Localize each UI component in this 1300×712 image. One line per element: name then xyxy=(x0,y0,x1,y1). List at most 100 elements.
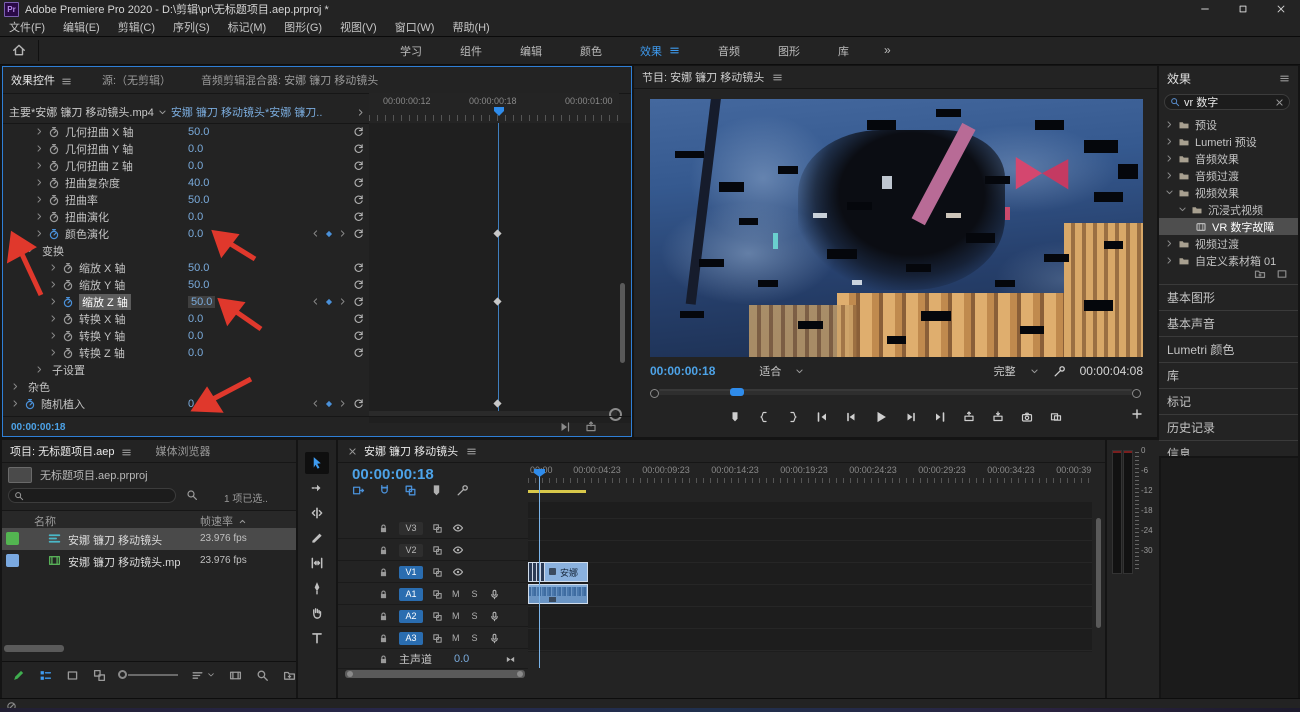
effects-search-input[interactable]: vr 数字 xyxy=(1164,94,1290,110)
lock-icon[interactable] xyxy=(378,654,389,665)
param-value[interactable]: 50.0 xyxy=(188,262,209,274)
menu-item[interactable]: 窗口(W) xyxy=(386,19,444,35)
chevron-right-icon[interactable] xyxy=(35,195,44,204)
pen-tool[interactable] xyxy=(305,577,329,599)
sync-lock-icon[interactable] xyxy=(432,589,443,600)
workspace-tab-组件[interactable]: 组件 xyxy=(460,43,482,59)
video-clip[interactable]: 安娜 xyxy=(528,562,588,582)
nav-left-icon[interactable] xyxy=(311,399,320,408)
menu-item[interactable]: 文件(F) xyxy=(0,19,54,35)
project-item-row[interactable]: 安娜 镰刀 移动镜头23.976 fps xyxy=(2,528,296,550)
effects-tree-item[interactable]: 视频效果 xyxy=(1159,184,1298,201)
keyframe-dot-icon[interactable] xyxy=(324,229,334,239)
export-icon[interactable] xyxy=(585,421,597,433)
group-label[interactable]: 变换 xyxy=(42,243,64,259)
chevron-right-icon[interactable] xyxy=(11,399,20,408)
track-name-A1[interactable]: A1 xyxy=(399,588,423,601)
mic-icon[interactable] xyxy=(489,633,500,644)
track-name-V1[interactable]: V1 xyxy=(399,566,423,579)
reset-icon[interactable] xyxy=(353,211,364,222)
keyframe-dot-icon[interactable] xyxy=(324,399,334,409)
chevron-right-icon[interactable] xyxy=(35,178,44,187)
project-search-input[interactable] xyxy=(8,488,176,503)
chevron-right-icon[interactable] xyxy=(1165,137,1174,146)
master-gain-value[interactable]: 0.0 xyxy=(454,653,469,665)
ec-playhead[interactable] xyxy=(494,107,504,116)
param-value[interactable]: 0 xyxy=(188,398,194,410)
panel-tab[interactable]: 媒体浏览器 xyxy=(156,443,211,459)
chevron-right-icon[interactable] xyxy=(35,144,44,153)
sequence-tab[interactable]: 安娜 镰刀 移动镜头 xyxy=(364,443,458,459)
param-value[interactable]: 50.0 xyxy=(188,194,209,206)
button-editor-plus[interactable] xyxy=(1131,408,1143,420)
stopwatch-icon[interactable] xyxy=(48,143,60,155)
add-marker-icon[interactable] xyxy=(430,484,443,497)
workspace-tab-颜色[interactable]: 颜色 xyxy=(580,43,602,59)
stopwatch-icon[interactable] xyxy=(48,194,60,206)
playhead-head[interactable] xyxy=(533,468,546,478)
nest-icon[interactable] xyxy=(352,484,365,497)
workspace-tab-图形[interactable]: 图形 xyxy=(778,43,800,59)
writable-icon[interactable] xyxy=(12,669,25,682)
freeform-view-icon[interactable] xyxy=(93,669,106,682)
effects-tree-item[interactable]: VR 数字故障 xyxy=(1159,218,1298,235)
keyframe-lane[interactable] xyxy=(369,123,631,423)
workspace-overflow-button[interactable]: » xyxy=(884,43,891,57)
eye-icon[interactable] xyxy=(452,566,464,578)
param-value[interactable]: 50.0 xyxy=(188,126,209,138)
vertical-scrollbar[interactable] xyxy=(620,283,625,363)
lock-icon[interactable] xyxy=(378,567,389,578)
reset-icon[interactable] xyxy=(353,143,364,154)
workspace-tab-音频[interactable]: 音频 xyxy=(718,43,740,59)
play-icon[interactable] xyxy=(874,410,888,424)
stopwatch-icon[interactable] xyxy=(62,330,74,342)
effects-tree-item[interactable]: 视频过渡 xyxy=(1159,235,1298,252)
find-icon[interactable] xyxy=(186,489,198,501)
selection-tool[interactable] xyxy=(305,452,329,474)
find-icon[interactable] xyxy=(256,669,269,682)
lock-icon[interactable] xyxy=(378,633,389,644)
track-name-A3[interactable]: A3 xyxy=(399,632,423,645)
razor-tool[interactable] xyxy=(305,527,329,549)
panel-tab[interactable]: 效果控件 xyxy=(11,72,72,88)
scrubber-right-end[interactable] xyxy=(1132,389,1141,398)
param-value[interactable]: 40.0 xyxy=(188,177,209,189)
chevron-right-icon[interactable] xyxy=(1165,239,1174,248)
chevron-right-icon[interactable] xyxy=(35,229,44,238)
panel-stack-header[interactable]: Lumetri 颜色 xyxy=(1159,336,1298,362)
chevron-right-icon[interactable] xyxy=(49,348,58,357)
workspace-tab-库[interactable]: 库 xyxy=(838,43,849,59)
mic-icon[interactable] xyxy=(489,589,500,600)
vertical-scrollbar[interactable] xyxy=(1096,518,1101,628)
scrubber-left-end[interactable] xyxy=(650,389,659,398)
reset-icon[interactable] xyxy=(353,279,364,290)
stopwatch-icon[interactable] xyxy=(62,262,74,274)
mute-button[interactable]: M xyxy=(452,589,460,599)
param-value[interactable]: 0.0 xyxy=(188,211,203,223)
panel-stack-header[interactable]: 库 xyxy=(1159,362,1298,388)
menu-item[interactable]: 图形(G) xyxy=(275,19,331,35)
group-label[interactable]: 子设置 xyxy=(52,362,85,378)
keyframe-diamond[interactable] xyxy=(493,399,502,408)
bowtie-icon[interactable] xyxy=(505,654,516,665)
automate-to-sequence-icon[interactable] xyxy=(229,669,242,682)
group-label[interactable]: 杂色 xyxy=(28,379,50,395)
panel-stack-header[interactable]: 基本图形 xyxy=(1159,284,1298,310)
track-name-V3[interactable]: V3 xyxy=(399,522,423,535)
chevron-right-icon[interactable] xyxy=(49,263,58,272)
eye-icon[interactable] xyxy=(452,522,464,534)
column-header-name[interactable]: 名称 xyxy=(34,513,56,529)
panel-stack-header[interactable]: 信息 xyxy=(1159,440,1298,456)
chevron-right-icon[interactable] xyxy=(49,314,58,323)
reset-icon[interactable] xyxy=(353,296,364,307)
panel-stack-header[interactable]: 标记 xyxy=(1159,388,1298,414)
param-value[interactable]: 0.0 xyxy=(188,228,203,240)
chevron-right-icon[interactable] xyxy=(11,382,20,391)
keyframe-diamond[interactable] xyxy=(493,297,502,306)
solo-button[interactable]: S xyxy=(472,633,478,643)
type-tool[interactable] xyxy=(305,627,329,649)
add-marker-icon[interactable] xyxy=(729,411,741,423)
param-value[interactable]: 50.0 xyxy=(188,296,215,308)
panel-menu-icon[interactable] xyxy=(1279,73,1290,84)
stopwatch-icon[interactable] xyxy=(48,211,60,223)
